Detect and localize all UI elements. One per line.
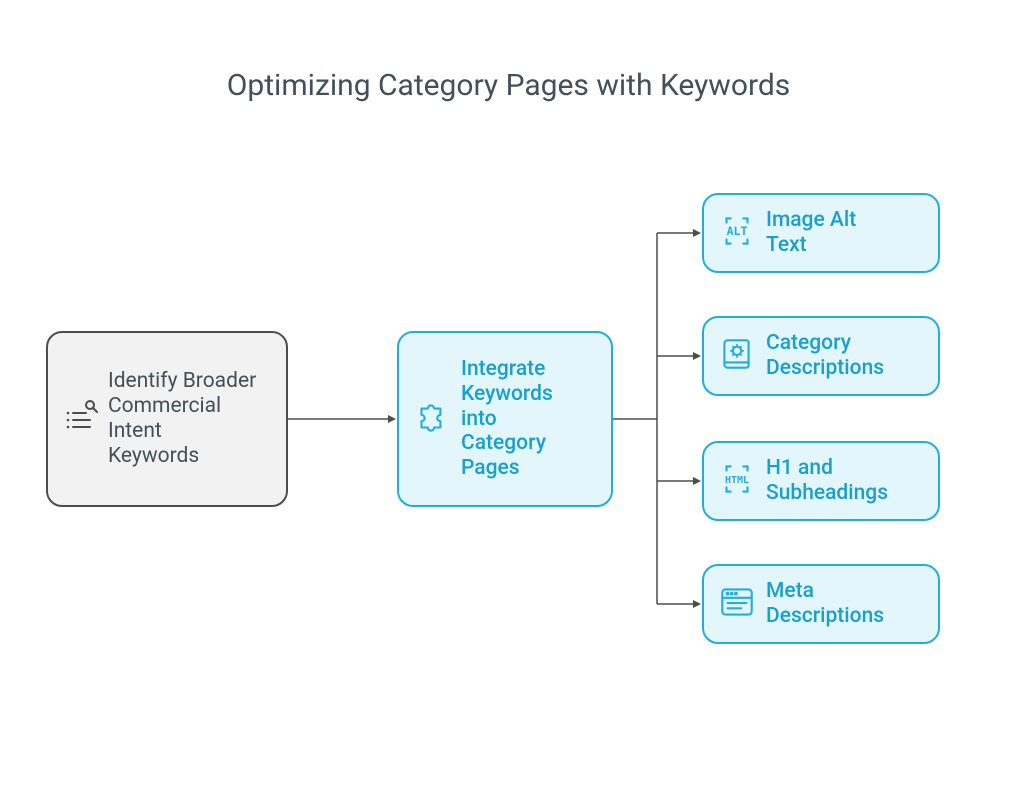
diagram-title: Optimizing Category Pages with Keywords [0,68,1017,103]
node-h1-subheadings: HTML H1 and Subheadings [702,441,940,521]
puzzle-icon [411,396,453,442]
node-label: H1 and Subheadings [766,456,906,506]
svg-text:ALT: ALT [727,224,748,238]
alt-text-icon: ALT [716,210,758,256]
browser-window-icon [716,581,758,627]
node-label: Meta Descriptions [766,579,906,629]
node-integrate-keywords: Integrate Keywords into Category Pages [397,331,613,507]
arrow-identify-to-integrate [288,414,397,426]
list-search-icon [60,397,100,441]
node-label: Image Alt Text [766,208,896,258]
node-image-alt-text: ALT Image Alt Text [702,193,940,273]
node-identify-keywords: Identify Broader Commercial Intent Keywo… [46,331,288,507]
node-category-descriptions: Category Descriptions [702,316,940,396]
arrow-integrate-branches [613,220,705,620]
node-label: Category Descriptions [766,331,906,381]
node-label: Identify Broader Commercial Intent Keywo… [108,369,258,468]
book-gear-icon [716,333,758,379]
svg-text:HTML: HTML [725,475,749,486]
node-label: Integrate Keywords into Category Pages [461,357,581,481]
html-icon: HTML [716,458,758,504]
node-meta-descriptions: Meta Descriptions [702,564,940,644]
